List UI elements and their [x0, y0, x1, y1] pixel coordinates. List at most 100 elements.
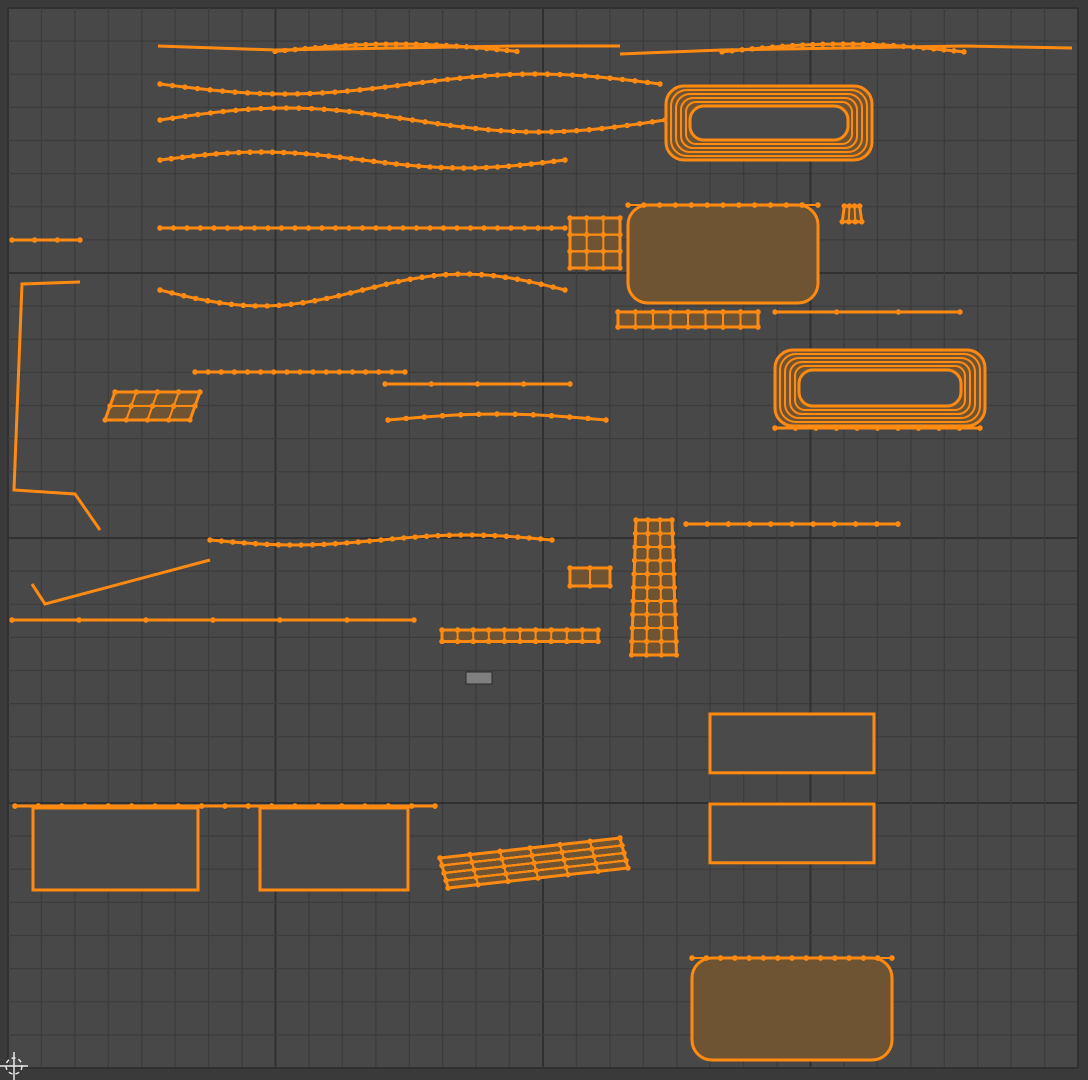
uv-vertex[interactable]	[133, 389, 139, 395]
uv-vertex[interactable]	[629, 638, 635, 645]
uv-vertex[interactable]	[397, 115, 403, 121]
uv-vertex[interactable]	[258, 369, 264, 375]
uv-vertex[interactable]	[630, 598, 636, 604]
uv-vertex[interactable]	[359, 225, 366, 231]
uv-vertex[interactable]	[632, 78, 638, 84]
uv-vertex[interactable]	[264, 303, 270, 309]
uv-vertex[interactable]	[175, 803, 181, 809]
uv-vertex[interactable]	[385, 803, 391, 809]
uv-vertex[interactable]	[435, 533, 441, 539]
uv-vertex[interactable]	[720, 324, 726, 330]
uv-vertex[interactable]	[670, 557, 676, 564]
uv-vertex[interactable]	[207, 87, 213, 93]
uv-vertex[interactable]	[192, 403, 198, 409]
uv-vertex[interactable]	[210, 617, 216, 623]
uv-vertex[interactable]	[846, 955, 852, 961]
uv-vertex[interactable]	[564, 627, 570, 633]
uv-vertex[interactable]	[458, 412, 464, 418]
uv-vertex[interactable]	[704, 521, 710, 527]
uv-vertex[interactable]	[582, 73, 588, 79]
uv-vertex[interactable]	[102, 417, 108, 423]
uv-vertex[interactable]	[833, 425, 840, 431]
uv-vertex[interactable]	[563, 864, 569, 870]
uv-vertex[interactable]	[538, 281, 544, 287]
uv-vertex[interactable]	[658, 611, 664, 618]
uv-vertex[interactable]	[817, 955, 824, 961]
uv-vertex[interactable]	[505, 878, 511, 884]
uv-vertex[interactable]	[594, 74, 601, 80]
uv-vertex[interactable]	[507, 71, 513, 78]
uv-vertex[interactable]	[736, 202, 742, 208]
uv-vertex[interactable]	[857, 203, 863, 209]
uv-vertex[interactable]	[792, 425, 799, 431]
uv-vertex[interactable]	[332, 541, 338, 547]
uv-vertex[interactable]	[77, 237, 83, 243]
uv-vertex[interactable]	[265, 225, 271, 231]
uv-vertex[interactable]	[725, 521, 732, 527]
uv-vertex[interactable]	[440, 225, 447, 231]
uv-vertex[interactable]	[181, 293, 187, 299]
uv-vertex[interactable]	[264, 541, 270, 547]
uv-vertex[interactable]	[112, 389, 118, 395]
uv-vertex[interactable]	[915, 425, 922, 431]
uv-vertex[interactable]	[584, 265, 590, 271]
uv-vertex[interactable]	[672, 611, 678, 618]
uv-vertex[interactable]	[895, 309, 901, 315]
uv-vertex[interactable]	[567, 215, 573, 221]
uv-vertex[interactable]	[497, 848, 503, 854]
uv-vertex[interactable]	[702, 309, 709, 315]
uv-vertex[interactable]	[532, 71, 538, 77]
uv-vertex[interactable]	[657, 557, 664, 564]
uv-vertex[interactable]	[213, 151, 219, 157]
uv-vertex[interactable]	[359, 110, 365, 116]
uv-vertex[interactable]	[562, 287, 568, 293]
uv-vertex[interactable]	[607, 75, 613, 81]
uv-vertex[interactable]	[557, 842, 563, 848]
uv-vertex[interactable]	[746, 955, 752, 961]
uv-vertex[interactable]	[501, 627, 507, 633]
uv-vertex[interactable]	[382, 381, 388, 387]
uv-vertex[interactable]	[310, 542, 316, 548]
uv-vertex[interactable]	[550, 284, 556, 290]
uv-vertex[interactable]	[409, 117, 416, 123]
uv-vertex[interactable]	[384, 113, 390, 119]
uv-island-seat-grid-block[interactable]	[439, 627, 601, 645]
uv-vertex[interactable]	[441, 870, 447, 876]
uv-vertex[interactable]	[519, 71, 526, 77]
uv-vertex[interactable]	[371, 284, 378, 290]
uv-vertex[interactable]	[337, 154, 343, 160]
uv-vertex[interactable]	[667, 324, 674, 330]
uv-vertex[interactable]	[207, 110, 214, 116]
uv-vertex[interactable]	[238, 225, 244, 231]
uv-vertex[interactable]	[437, 855, 443, 861]
uv-vertex[interactable]	[671, 584, 677, 591]
uv-vertex[interactable]	[587, 583, 593, 589]
uv-vertex[interactable]	[529, 852, 535, 859]
uv-vertex[interactable]	[402, 369, 408, 375]
uv-vertex[interactable]	[815, 202, 821, 208]
uv-vertex[interactable]	[385, 417, 391, 423]
uv-vertex[interactable]	[936, 425, 942, 431]
uv-vertex[interactable]	[889, 955, 895, 961]
uv-vertex[interactable]	[428, 381, 434, 387]
uv-vertex[interactable]	[171, 403, 177, 409]
uv-vertex[interactable]	[445, 885, 451, 891]
uv-vertex[interactable]	[407, 276, 413, 282]
uv-vertex[interactable]	[373, 225, 379, 231]
uv-vertex[interactable]	[629, 625, 636, 631]
uv-vertex[interactable]	[539, 160, 546, 166]
uv-vertex[interactable]	[657, 517, 663, 523]
uv-vertex[interactable]	[224, 225, 231, 231]
uv-vertex[interactable]	[593, 861, 599, 867]
uv-vertex[interactable]	[253, 541, 259, 547]
uv-vertex[interactable]	[284, 369, 290, 375]
uv-vertex[interactable]	[501, 863, 507, 869]
uv-vertex[interactable]	[76, 617, 82, 623]
uv-vertex[interactable]	[308, 105, 315, 112]
uv-vertex[interactable]	[305, 225, 312, 231]
uv-vertex[interactable]	[486, 627, 492, 633]
uv-vertex[interactable]	[567, 565, 573, 571]
uv-vertex[interactable]	[854, 425, 860, 431]
uv-vertex[interactable]	[187, 417, 193, 423]
uv-vertex[interactable]	[446, 532, 452, 538]
